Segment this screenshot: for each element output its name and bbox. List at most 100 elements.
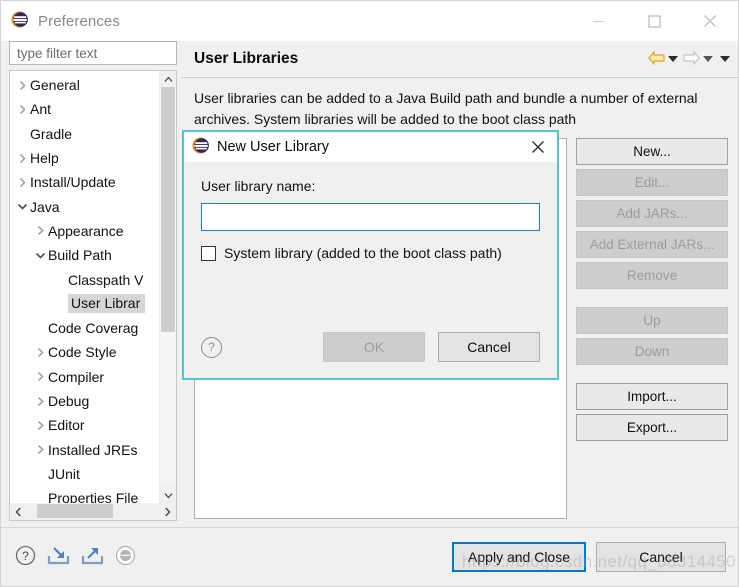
down-button: Down bbox=[576, 338, 728, 365]
scroll-down-button[interactable] bbox=[160, 487, 176, 503]
page-navigation bbox=[648, 51, 730, 68]
sidebar-item-label: Code Coverag bbox=[48, 320, 138, 336]
forward-dropdown-caret-icon[interactable] bbox=[703, 56, 713, 62]
apply-and-close-button[interactable]: Apply and Close bbox=[452, 542, 586, 572]
sidebar-item-code-style[interactable]: Code Style bbox=[10, 340, 160, 364]
sidebar-item-user-librar[interactable]: User Librar bbox=[10, 292, 160, 316]
chevron-right-icon[interactable] bbox=[32, 371, 48, 382]
back-dropdown-caret-icon[interactable] bbox=[668, 56, 678, 62]
chevron-right-icon[interactable] bbox=[14, 80, 30, 91]
sidebar-item-label: Java bbox=[30, 199, 60, 215]
system-library-label: System library (added to the boot class … bbox=[224, 245, 502, 261]
button-group-spacer bbox=[576, 293, 728, 303]
eclipse-status-icon[interactable] bbox=[115, 545, 136, 569]
window-title: Preferences bbox=[38, 13, 120, 30]
dialog-action-buttons: OK Cancel bbox=[323, 332, 540, 362]
chevron-down-icon[interactable] bbox=[14, 202, 30, 211]
chevron-right-icon[interactable] bbox=[14, 177, 30, 188]
footer-buttons: Apply and Close Cancel bbox=[452, 542, 726, 572]
sidebar-item-compiler[interactable]: Compiler bbox=[10, 365, 160, 389]
sidebar-item-label: Ant bbox=[30, 101, 51, 117]
sidebar-item-label: Code Style bbox=[48, 344, 116, 360]
add-external-jars-button: Add External JARs... bbox=[576, 231, 728, 258]
chevron-right-icon[interactable] bbox=[32, 225, 48, 236]
sidebar-item-appearance[interactable]: Appearance bbox=[10, 219, 160, 243]
export-button[interactable]: Export... bbox=[576, 414, 728, 441]
sidebar-item-label: Properties File bbox=[48, 490, 138, 503]
export-icon[interactable] bbox=[81, 545, 104, 569]
sidebar-item-java[interactable]: Java bbox=[10, 194, 160, 218]
sidebar-item-label: Classpath V bbox=[68, 272, 143, 288]
chevron-down-icon[interactable] bbox=[32, 251, 48, 260]
library-name-input[interactable] bbox=[202, 204, 539, 230]
minimize-button[interactable] bbox=[570, 1, 626, 41]
import-icon[interactable] bbox=[47, 545, 70, 569]
sidebar-item-build-path[interactable]: Build Path bbox=[10, 243, 160, 267]
help-icon[interactable]: ? bbox=[15, 545, 36, 569]
window-titlebar: Preferences bbox=[1, 1, 738, 41]
tree-hscroll-thumb[interactable] bbox=[37, 504, 113, 518]
sidebar-item-general[interactable]: General bbox=[10, 73, 160, 97]
chevron-right-icon[interactable] bbox=[14, 104, 30, 115]
dialog-close-icon[interactable] bbox=[525, 134, 551, 160]
page-button-column: New...Edit...Add JARs...Add External JAR… bbox=[576, 138, 728, 527]
sidebar-item-label: Build Path bbox=[48, 247, 112, 263]
library-name-field[interactable] bbox=[201, 203, 540, 231]
tree-horizontal-scrollbar[interactable] bbox=[9, 503, 177, 521]
library-name-label: User library name: bbox=[201, 178, 540, 194]
sidebar-item-code-coverag[interactable]: Code Coverag bbox=[10, 316, 160, 340]
system-library-checkbox[interactable] bbox=[201, 246, 216, 261]
back-nav[interactable] bbox=[648, 51, 678, 68]
chevron-right-icon[interactable] bbox=[14, 153, 30, 164]
sidebar-item-label: Installed JREs bbox=[48, 442, 137, 458]
remove-button: Remove bbox=[576, 262, 728, 289]
search-input[interactable] bbox=[15, 45, 171, 62]
preferences-window: Preferences General Ant Gradle HelpInstall/… bbox=[0, 0, 739, 587]
sidebar-item-gradle[interactable]: Gradle bbox=[10, 122, 160, 146]
button-group-spacer bbox=[576, 369, 728, 379]
sidebar-item-label: Gradle bbox=[30, 126, 72, 142]
system-library-checkbox-row[interactable]: System library (added to the boot class … bbox=[201, 245, 540, 261]
sidebar-item-debug[interactable]: Debug bbox=[10, 389, 160, 413]
dialog-footer-bar: ? OK Cancel bbox=[184, 332, 557, 378]
import-button[interactable]: Import... bbox=[576, 383, 728, 410]
page-description: User libraries can be added to a Java Bu… bbox=[181, 78, 738, 136]
dialog-body: User library name: System library (added… bbox=[184, 162, 557, 332]
new-button[interactable]: New... bbox=[576, 138, 728, 165]
maximize-button[interactable] bbox=[626, 1, 682, 41]
scroll-left-button[interactable] bbox=[10, 503, 27, 520]
sidebar-item-label: Debug bbox=[48, 393, 89, 409]
dialog-cancel-button[interactable]: Cancel bbox=[438, 332, 540, 362]
chevron-right-icon[interactable] bbox=[32, 347, 48, 358]
eclipse-icon bbox=[11, 11, 28, 31]
preferences-tree[interactable]: General Ant Gradle HelpInstall/Update Java Ap… bbox=[9, 70, 177, 503]
sidebar-item-junit[interactable]: JUnit bbox=[10, 462, 160, 486]
sidebar-item-ant[interactable]: Ant bbox=[10, 97, 160, 121]
sidebar-item-help[interactable]: Help bbox=[10, 146, 160, 170]
edit-button: Edit... bbox=[576, 169, 728, 196]
sidebar-item-classpath-v[interactable]: Classpath V bbox=[10, 267, 160, 291]
tree-vertical-scrollbar[interactable] bbox=[159, 71, 176, 503]
chevron-right-icon[interactable] bbox=[32, 444, 48, 455]
cancel-button[interactable]: Cancel bbox=[596, 542, 726, 572]
sidebar-item-editor[interactable]: Editor bbox=[10, 413, 160, 437]
scroll-right-button[interactable] bbox=[159, 503, 176, 520]
filter-box[interactable] bbox=[9, 41, 177, 65]
ok-button[interactable]: OK bbox=[323, 332, 425, 362]
page-title: User Libraries bbox=[194, 50, 648, 68]
back-arrow-icon[interactable] bbox=[648, 51, 665, 68]
sidebar-item-installed-jres[interactable]: Installed JREs bbox=[10, 437, 160, 461]
chevron-right-icon[interactable] bbox=[32, 420, 48, 431]
sidebar-item-label: User Librar bbox=[68, 294, 145, 313]
tree-scroll-thumb[interactable] bbox=[161, 87, 175, 332]
sidebar-item-install-update[interactable]: Install/Update bbox=[10, 170, 160, 194]
scroll-up-button[interactable] bbox=[160, 71, 176, 87]
sidebar-item-label: General bbox=[30, 77, 80, 93]
page-menu-caret-icon[interactable] bbox=[720, 56, 730, 62]
eclipse-icon bbox=[192, 137, 209, 157]
close-button[interactable] bbox=[682, 1, 738, 41]
dialog-titlebar: New User Library bbox=[184, 132, 557, 162]
sidebar-item-properties-file[interactable]: Properties File bbox=[10, 486, 160, 503]
dialog-help-icon[interactable]: ? bbox=[201, 337, 222, 358]
chevron-right-icon[interactable] bbox=[32, 396, 48, 407]
